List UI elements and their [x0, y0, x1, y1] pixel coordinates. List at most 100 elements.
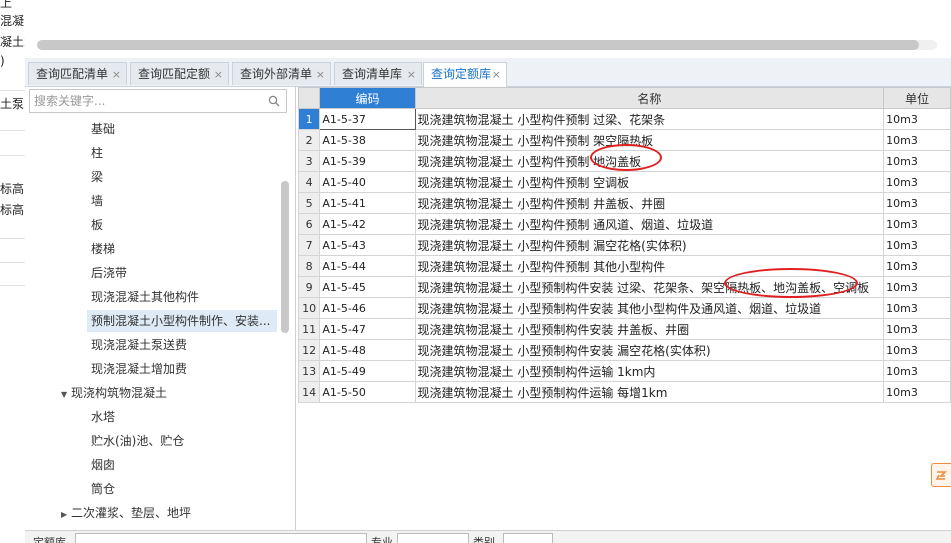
cell-name[interactable]: 现浇建筑物混凝土 小型预制构件运输 1km内 [414, 360, 885, 382]
table-row[interactable]: 14 A1-5-50 现浇建筑物混凝土 小型预制构件运输 每增1km 10m3 [298, 381, 951, 403]
cell-code[interactable]: A1-5-45 [319, 276, 416, 298]
left-fragment: 标高 [0, 203, 25, 217]
cell-name[interactable]: 现浇建筑物混凝土 小型构件预制 通风道、烟道、垃圾道 [414, 213, 885, 235]
table-row[interactable]: 8 A1-5-44 现浇建筑物混凝土 小型构件预制 其他小型构件 10m3 [298, 255, 951, 277]
table-row[interactable]: 11 A1-5-47 现浇建筑物混凝土 小型预制构件安装 井盖板、井圈 10m3 [298, 318, 951, 340]
cell-unit[interactable]: 10m3 [883, 213, 951, 235]
cell-unit[interactable]: 10m3 [883, 150, 951, 172]
cell-code[interactable]: A1-5-38 [319, 129, 416, 151]
tree-item[interactable]: 板 [91, 214, 103, 236]
tree-group-grouting[interactable]: ▶ 二次灌浆、垫层、地坪 [61, 502, 191, 524]
cell-name[interactable]: 现浇建筑物混凝土 小型预制构件安装 井盖板、井圈 [414, 318, 885, 340]
cell-code[interactable]: A1-5-39 [319, 150, 416, 172]
tab-query-list-library[interactable]: 查询清单库 × [334, 62, 422, 85]
row-number: 8 [298, 255, 321, 277]
tree-item[interactable]: 筒仓 [91, 478, 115, 500]
close-icon[interactable]: × [214, 63, 223, 86]
table-row[interactable]: 6 A1-5-42 现浇建筑物混凝土 小型构件预制 通风道、烟道、垃圾道 10m… [298, 213, 951, 235]
cell-code[interactable]: A1-5-40 [319, 171, 416, 193]
tree-item[interactable]: 后浇带 [91, 262, 127, 284]
tab-query-match-list[interactable]: 查询匹配清单 × [28, 62, 127, 85]
horizontal-scrollbar-thumb[interactable] [37, 40, 919, 50]
tree-item[interactable]: 基础 [91, 118, 115, 140]
close-icon[interactable]: × [316, 63, 325, 86]
search-box[interactable] [29, 89, 287, 113]
cell-unit[interactable]: 10m3 [883, 360, 951, 382]
cell-code[interactable]: A1-5-37 [319, 108, 416, 130]
tree-item[interactable]: 现浇混凝土其他构件 [91, 286, 199, 308]
tree-item[interactable]: 现浇混凝土增加费 [91, 358, 187, 380]
cell-unit[interactable]: 10m3 [883, 171, 951, 193]
table-row[interactable]: 7 A1-5-43 现浇建筑物混凝土 小型构件预制 漏空花格(实体积) 10m3 [298, 234, 951, 256]
cell-unit[interactable]: 10m3 [883, 381, 951, 403]
tree-scrollbar-thumb[interactable] [281, 181, 289, 333]
close-icon[interactable]: × [112, 63, 121, 86]
column-header-unit[interactable]: 单位 [883, 87, 951, 109]
tab-label: 查询外部清单 [240, 67, 313, 81]
cell-code[interactable]: A1-5-50 [319, 381, 416, 403]
table-row[interactable]: 1 A1-5-37 现浇建筑物混凝土 小型构件预制 过梁、花架条 10m3 [298, 108, 951, 130]
floating-action-button[interactable] [931, 463, 951, 487]
tree-item[interactable]: 贮水(油)池、贮仓 [91, 430, 184, 452]
tree-item[interactable]: 梁 [91, 166, 103, 188]
table-row[interactable]: 10 A1-5-46 现浇建筑物混凝土 小型预制构件安装 其他小型构件及通风道、… [298, 297, 951, 319]
tree-item[interactable]: 楼梯 [91, 238, 115, 260]
cell-name[interactable]: 现浇建筑物混凝土 小型预制构件安装 过梁、花架条、架空隔热板、地沟盖板、空调板 [414, 276, 885, 298]
close-icon[interactable]: × [492, 63, 501, 86]
tree-vertical-scrollbar[interactable] [281, 115, 289, 527]
cell-name[interactable]: 现浇建筑物混凝土 小型构件预制 空调板 [414, 171, 885, 193]
cell-name[interactable]: 现浇建筑物混凝土 小型构件预制 其他小型构件 [414, 255, 885, 277]
cell-code[interactable]: A1-5-48 [319, 339, 416, 361]
column-header-name[interactable]: 名称 [414, 87, 885, 109]
bottom-filter-bar: 定额库 专业 类别 [25, 530, 951, 543]
table-row[interactable]: 3 A1-5-39 现浇建筑物混凝土 小型构件预制 地沟盖板 10m3 [298, 150, 951, 172]
tab-query-external-list[interactable]: 查询外部清单 × [232, 62, 331, 85]
cell-unit[interactable]: 10m3 [883, 255, 951, 277]
table-row[interactable]: 12 A1-5-48 现浇建筑物混凝土 小型预制构件安装 漏空花格(实体积) 1… [298, 339, 951, 361]
horizontal-scrollbar[interactable] [37, 40, 937, 50]
table-row[interactable]: 13 A1-5-49 现浇建筑物混凝土 小型预制构件运输 1km内 10m3 [298, 360, 951, 382]
cell-unit[interactable]: 10m3 [883, 318, 951, 340]
table-row[interactable]: 2 A1-5-38 现浇建筑物混凝土 小型构件预制 架空隔热板 10m3 [298, 129, 951, 151]
cell-unit[interactable]: 10m3 [883, 129, 951, 151]
cell-unit[interactable]: 10m3 [883, 108, 951, 130]
table-row[interactable]: 5 A1-5-41 现浇建筑物混凝土 小型构件预制 井盖板、井圈 10m3 [298, 192, 951, 214]
chevron-down-icon[interactable]: ▼ [61, 384, 71, 406]
cell-code[interactable]: A1-5-46 [319, 297, 416, 319]
tree-item[interactable]: 现浇混凝土泵送费 [91, 334, 187, 356]
cell-unit[interactable]: 10m3 [883, 339, 951, 361]
cell-unit[interactable]: 10m3 [883, 234, 951, 256]
cell-name[interactable]: 现浇建筑物混凝土 小型构件预制 地沟盖板 [414, 150, 885, 172]
table-row[interactable]: 9 A1-5-45 现浇建筑物混凝土 小型预制构件安装 过梁、花架条、架空隔热板… [298, 276, 951, 298]
cell-code[interactable]: A1-5-43 [319, 234, 416, 256]
cell-name[interactable]: 现浇建筑物混凝土 小型构件预制 井盖板、井圈 [414, 192, 885, 214]
chevron-right-icon[interactable]: ▶ [61, 504, 71, 526]
tree-item[interactable]: 水塔 [91, 406, 115, 428]
cell-code[interactable]: A1-5-41 [319, 192, 416, 214]
cell-code[interactable]: A1-5-42 [319, 213, 416, 235]
cell-code[interactable]: A1-5-49 [319, 360, 416, 382]
cell-unit[interactable]: 10m3 [883, 276, 951, 298]
cell-unit[interactable]: 10m3 [883, 192, 951, 214]
tab-query-quota-library[interactable]: 查询定额库 × [423, 62, 507, 87]
cell-name[interactable]: 现浇建筑物混凝土 小型构件预制 过梁、花架条 [414, 108, 885, 130]
tree-group-structure-concrete[interactable]: ▼ 现浇构筑物混凝土 [61, 382, 167, 404]
cell-name[interactable]: 现浇建筑物混凝土 小型预制构件安装 其他小型构件及通风道、烟道、垃圾道 [414, 297, 885, 319]
cell-unit[interactable]: 10m3 [883, 297, 951, 319]
tree-item[interactable]: 墙 [91, 190, 103, 212]
cell-code[interactable]: A1-5-47 [319, 318, 416, 340]
table-row[interactable]: 4 A1-5-40 现浇建筑物混凝土 小型构件预制 空调板 10m3 [298, 171, 951, 193]
cell-name[interactable]: 现浇建筑物混凝土 小型构件预制 漏空花格(实体积) [414, 234, 885, 256]
search-icon[interactable] [268, 95, 280, 107]
cell-name[interactable]: 现浇建筑物混凝土 小型构件预制 架空隔热板 [414, 129, 885, 151]
tree-item-selected[interactable]: 预制混凝土小型构件制作、安装... [87, 310, 277, 332]
search-input[interactable] [34, 90, 254, 112]
tab-query-match-quota[interactable]: 查询匹配定额 × [130, 62, 229, 85]
close-icon[interactable]: × [407, 63, 416, 86]
tree-item[interactable]: 烟囱 [91, 454, 115, 476]
cell-name[interactable]: 现浇建筑物混凝土 小型预制构件运输 每增1km [414, 381, 885, 403]
cell-name[interactable]: 现浇建筑物混凝土 小型预制构件安装 漏空花格(实体积) [414, 339, 885, 361]
column-header-code[interactable]: 编码 [319, 87, 416, 109]
tree-item[interactable]: 柱 [91, 142, 103, 164]
cell-code[interactable]: A1-5-44 [319, 255, 416, 277]
